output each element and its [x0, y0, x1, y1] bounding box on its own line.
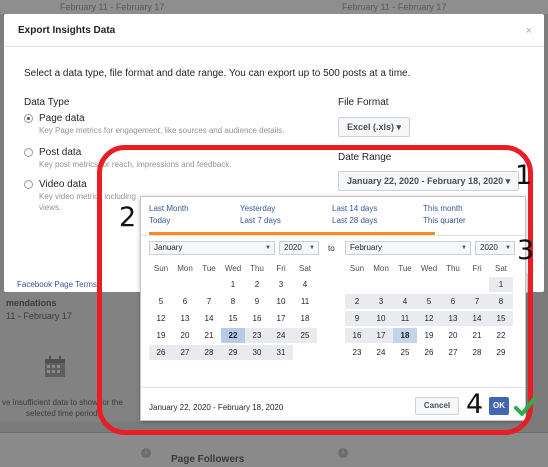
- modal-title: Export Insights Data: [18, 25, 116, 36]
- modal-intro-text: Select a data type, file format and date…: [24, 68, 411, 79]
- file-format-select[interactable]: Excel (.xls) ▾: [338, 117, 411, 137]
- video-data-description: views.: [39, 203, 62, 212]
- background-card-date: 11 - February 17: [6, 311, 72, 321]
- background-header-strip: February 11 - February 17 February 11 - …: [0, 0, 548, 14]
- background-card-title: mendations: [6, 298, 57, 308]
- calendar-icon: [45, 356, 65, 377]
- background-date: February 11 - February 17: [342, 2, 447, 12]
- post-data-label[interactable]: Post data: [39, 147, 81, 158]
- page-data-radio[interactable]: [24, 114, 33, 123]
- video-data-radio[interactable]: [24, 180, 33, 189]
- close-icon[interactable]: ×: [526, 25, 532, 37]
- page-data-description: Key Page metrics for engagement, like so…: [39, 126, 285, 135]
- modal-divider: [4, 46, 544, 47]
- info-icon: i: [141, 448, 151, 458]
- background-date: February 11 - February 17: [60, 2, 165, 12]
- page-followers-title: Page Followers: [171, 454, 245, 465]
- data-type-label: Data Type: [24, 97, 70, 108]
- post-data-radio[interactable]: [24, 148, 33, 157]
- annotation-number-3: 3: [517, 235, 535, 266]
- background-bottom-bar: [0, 432, 548, 467]
- checkmark-icon: [514, 397, 536, 416]
- facebook-page-terms-link[interactable]: Facebook Page Terms: [17, 280, 97, 289]
- page-data-label[interactable]: Page data: [39, 113, 85, 124]
- file-format-label: File Format: [338, 97, 389, 108]
- insufficient-data-message: selected time period: [26, 409, 98, 418]
- info-icon: i: [338, 448, 348, 458]
- annotation-number-1: 1: [515, 160, 533, 191]
- annotation-number-4: 4: [466, 389, 484, 420]
- annotation-number-2: 2: [119, 202, 137, 233]
- video-data-label[interactable]: Video data: [39, 179, 87, 190]
